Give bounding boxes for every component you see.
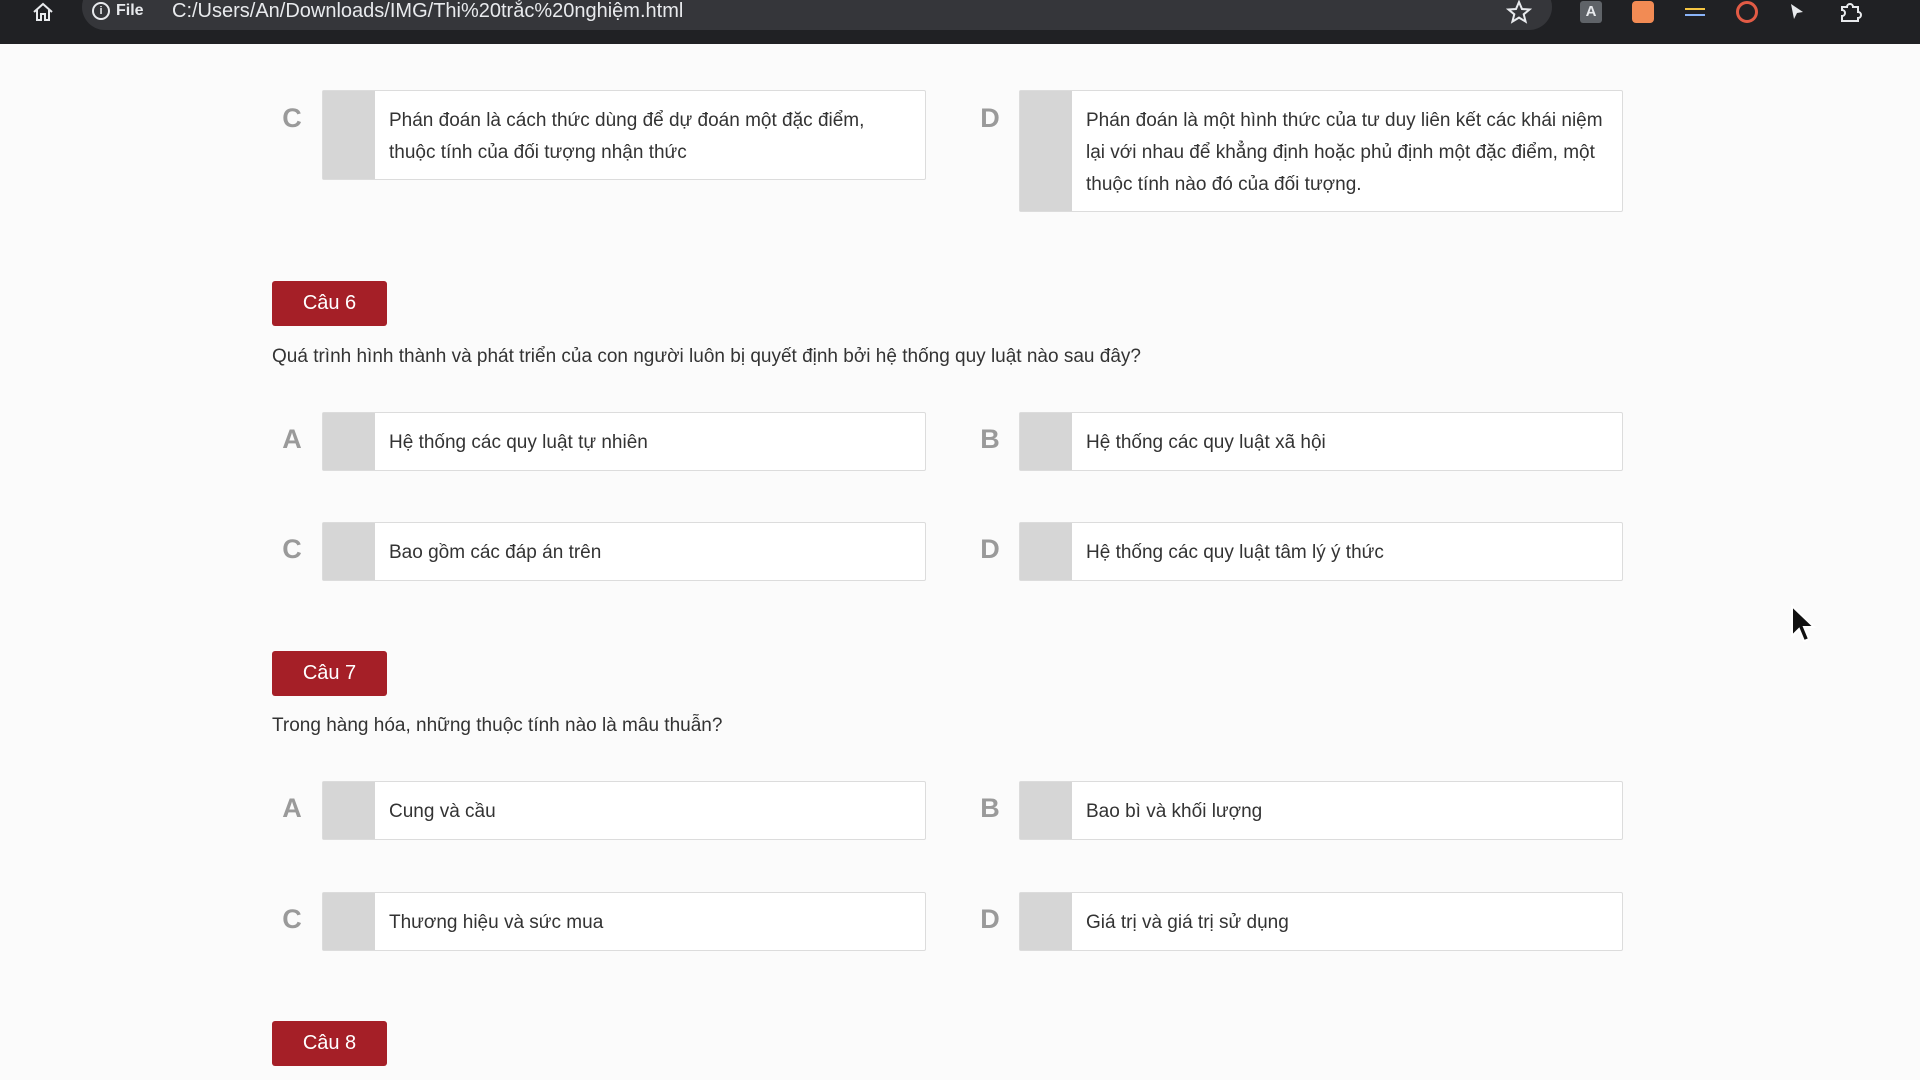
option-checkbox[interactable] bbox=[323, 893, 375, 950]
option-letter: B bbox=[980, 424, 1000, 454]
option-c[interactable]: Phán đoán là cách thức dùng để dự đoán m… bbox=[322, 90, 926, 180]
option-checkbox[interactable] bbox=[323, 782, 375, 839]
option-checkbox[interactable] bbox=[1020, 782, 1072, 839]
mouse-cursor-icon bbox=[1791, 604, 1817, 643]
option-c[interactable]: Bao gồm các đáp án trên bbox=[322, 522, 926, 581]
option-text: Hệ thống các quy luật tự nhiên bbox=[389, 432, 648, 453]
option-checkbox[interactable] bbox=[1020, 413, 1072, 470]
question-badge: Câu 7 bbox=[272, 651, 387, 696]
option-text: Giá trị và giá trị sử dụng bbox=[1086, 912, 1289, 933]
option-letter: C bbox=[282, 904, 302, 934]
option-letter: C bbox=[282, 534, 302, 564]
option-text: Phán đoán là một hình thức của tư duy li… bbox=[1086, 110, 1603, 195]
option-d[interactable]: Phán đoán là một hình thức của tư duy li… bbox=[1019, 90, 1623, 212]
option-text: Phán đoán là cách thức dùng để dự đoán m… bbox=[389, 110, 865, 163]
option-b[interactable]: Bao bì và khối lượng bbox=[1019, 781, 1623, 840]
option-a[interactable]: Hệ thống các quy luật tự nhiên bbox=[322, 412, 926, 471]
option-checkbox[interactable] bbox=[323, 523, 375, 580]
option-d[interactable]: Hệ thống các quy luật tâm lý ý thức bbox=[1019, 522, 1623, 581]
option-checkbox[interactable] bbox=[323, 413, 375, 470]
option-text: Hệ thống các quy luật xã hội bbox=[1086, 432, 1326, 453]
option-text: Bao gồm các đáp án trên bbox=[389, 542, 602, 563]
option-letter: D bbox=[980, 534, 1000, 564]
option-letter: B bbox=[980, 793, 1000, 823]
option-text: Thương hiệu và sức mua bbox=[389, 912, 604, 933]
question-badge: Câu 6 bbox=[272, 281, 387, 326]
quiz-page: C Phán đoán là cách thức dùng để dự đoán… bbox=[0, 0, 1920, 1080]
question-badge: Câu 8 bbox=[272, 1021, 387, 1066]
option-text: Hệ thống các quy luật tâm lý ý thức bbox=[1086, 542, 1384, 563]
option-b[interactable]: Hệ thống các quy luật xã hội bbox=[1019, 412, 1623, 471]
option-checkbox[interactable] bbox=[323, 91, 375, 179]
option-letter: C bbox=[282, 103, 302, 133]
option-letter: A bbox=[282, 793, 302, 823]
question-text: Trong hàng hóa, những thuộc tính nào là … bbox=[272, 715, 723, 736]
option-text: Bao bì và khối lượng bbox=[1086, 801, 1263, 822]
option-checkbox[interactable] bbox=[1020, 523, 1072, 580]
option-c[interactable]: Thương hiệu và sức mua bbox=[322, 892, 926, 951]
option-letter: D bbox=[980, 904, 1000, 934]
option-a[interactable]: Cung và cầu bbox=[322, 781, 926, 840]
option-text: Cung và cầu bbox=[389, 801, 496, 822]
option-letter: A bbox=[282, 424, 302, 454]
option-letter: D bbox=[980, 103, 1000, 133]
option-d[interactable]: Giá trị và giá trị sử dụng bbox=[1019, 892, 1623, 951]
option-checkbox[interactable] bbox=[1020, 893, 1072, 950]
option-checkbox[interactable] bbox=[1020, 91, 1072, 211]
question-text: Quá trình hình thành và phát triển của c… bbox=[272, 346, 1141, 367]
